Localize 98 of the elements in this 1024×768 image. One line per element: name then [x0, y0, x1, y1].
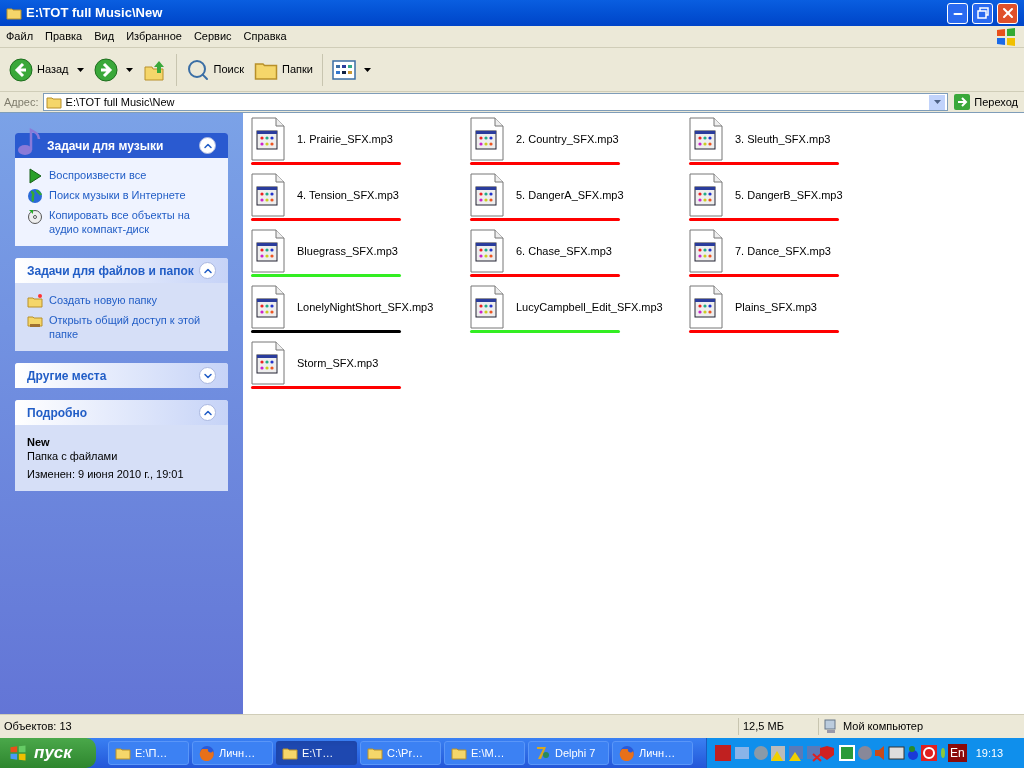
music-note-icon: [17, 127, 41, 156]
views-icon: [331, 59, 356, 80]
audio-file-icon: [251, 173, 285, 217]
taskbar-button[interactable]: Delphi 7: [528, 741, 609, 765]
audio-file-icon: [251, 229, 285, 273]
audio-file-icon: [689, 229, 723, 273]
file-name[interactable]: Bluegrass_SFX.mp3: [297, 242, 398, 260]
panel-title: Другие места: [27, 367, 108, 385]
new-folder-icon: [27, 293, 43, 309]
folder-icon: [451, 745, 467, 761]
browser-icon: [199, 745, 215, 761]
folder-icon: [45, 94, 62, 110]
search-icon: [185, 57, 210, 82]
file-name[interactable]: Plains_SFX.mp3: [735, 298, 817, 316]
restore-button[interactable]: [972, 2, 993, 24]
play-icon: [27, 168, 43, 184]
taskbar-button[interactable]: Личн…: [192, 741, 273, 765]
audio-file-icon: [251, 117, 285, 161]
task-link[interactable]: Поиск музыки в Интернете: [49, 188, 186, 202]
audio-file-icon: [689, 117, 723, 161]
menu-item[interactable]: Файл: [0, 28, 40, 45]
address-field[interactable]: E:\TOT full Music\New: [42, 93, 949, 111]
browser-icon: [619, 745, 635, 761]
menu-item[interactable]: Правка: [39, 28, 89, 45]
task-link[interactable]: Открыть общий доступ к этой папке: [49, 313, 216, 341]
file-name[interactable]: 1. Prairie_SFX.mp3: [297, 130, 393, 148]
folder-icon: [115, 745, 131, 761]
go-arrow-icon: [954, 94, 971, 110]
cd-icon: [27, 208, 43, 224]
caret-icon: [76, 67, 84, 72]
file-name[interactable]: 5. DangerA_SFX.mp3: [516, 186, 624, 204]
file-name[interactable]: 4. Tension_SFX.mp3: [297, 186, 399, 204]
file-name[interactable]: Storm_SFX.mp3: [297, 354, 379, 372]
collapse-button[interactable]: [199, 137, 216, 154]
audio-file-icon: [689, 173, 723, 217]
caret-icon: [363, 67, 371, 72]
file-name[interactable]: 6. Chase_SFX.mp3: [516, 242, 612, 260]
location-label: Мой компьютер: [843, 719, 924, 735]
dropdown-button[interactable]: [929, 94, 946, 110]
minimize-button[interactable]: [947, 2, 968, 24]
folder-type: Папка с файлами: [27, 449, 119, 463]
windows-logo-icon: [994, 26, 1018, 47]
panel-title: Задачи для музыки: [47, 137, 165, 155]
globe-icon: [27, 188, 43, 204]
total-size: 12,5 МБ: [738, 718, 818, 735]
modified-date: Изменен: 9 июня 2010 г., 19:01: [27, 467, 185, 481]
panel-title: Задачи для файлов и папок: [27, 262, 195, 280]
menu-item[interactable]: Избранное: [120, 28, 188, 45]
shared-folder-icon: [27, 313, 43, 329]
start-button[interactable]: пуск: [0, 738, 96, 768]
audio-file-icon: [470, 285, 504, 329]
language-indicator[interactable]: En: [948, 744, 967, 762]
file-name[interactable]: 3. Sleuth_SFX.mp3: [735, 130, 831, 148]
audio-file-icon: [689, 285, 723, 329]
address-label: Адрес:: [4, 94, 39, 110]
file-name[interactable]: LonelyNightShort_SFX.mp3: [297, 298, 434, 316]
taskbar-button[interactable]: E:\M…: [444, 741, 525, 765]
file-name[interactable]: LucyCampbell_Edit_SFX.mp3: [516, 298, 663, 316]
taskbar-button[interactable]: C:\Pr…: [360, 741, 441, 765]
taskbar-button[interactable]: E:\П…: [108, 741, 189, 765]
collapse-button[interactable]: [199, 262, 216, 279]
folders-button[interactable]: Папки: [251, 52, 316, 87]
task-link[interactable]: Копировать все объекты на аудио компакт-диск: [49, 208, 216, 236]
taskbar-button[interactable]: E:\T…: [276, 741, 357, 765]
panel-title: Подробно: [27, 404, 89, 422]
close-button[interactable]: [997, 2, 1018, 24]
folder-icon: [367, 745, 383, 761]
windows-logo-icon: [8, 744, 28, 762]
restore-icon: [976, 7, 989, 19]
caret-icon: [125, 67, 133, 72]
delphi-icon: [535, 745, 551, 761]
folder-name: New: [27, 435, 51, 449]
expand-button[interactable]: [199, 367, 216, 384]
search-button[interactable]: Поиск: [182, 52, 247, 87]
task-link[interactable]: Создать новую папку: [49, 293, 157, 307]
file-name[interactable]: 2. Country_SFX.mp3: [516, 130, 619, 148]
audio-file-icon: [470, 173, 504, 217]
audio-file-icon: [251, 285, 285, 329]
clock: 19:13: [975, 745, 1004, 761]
file-name[interactable]: 5. DangerB_SFX.mp3: [735, 186, 843, 204]
object-count: Объектов: 13: [3, 719, 73, 735]
audio-file-icon: [251, 341, 285, 385]
file-name[interactable]: 7. Dance_SFX.mp3: [735, 242, 831, 260]
audio-file-icon: [470, 229, 504, 273]
menu-item[interactable]: Сервис: [187, 28, 238, 45]
taskbar-button[interactable]: Личн…: [612, 741, 693, 765]
caret-icon: [933, 100, 941, 104]
folder-icon: [282, 745, 298, 761]
menu-item[interactable]: Вид: [88, 28, 121, 45]
computer-icon: [823, 718, 839, 735]
folder-icon: [6, 5, 22, 21]
menu-item[interactable]: Справка: [237, 28, 293, 45]
task-link[interactable]: Воспроизвести все: [49, 168, 147, 182]
window-title: E:\TOT full Music\New: [26, 4, 164, 23]
collapse-button[interactable]: [199, 404, 216, 421]
go-button[interactable]: Переход: [952, 93, 1020, 111]
back-button[interactable]: Назад: [6, 52, 87, 87]
audio-file-icon: [470, 117, 504, 161]
